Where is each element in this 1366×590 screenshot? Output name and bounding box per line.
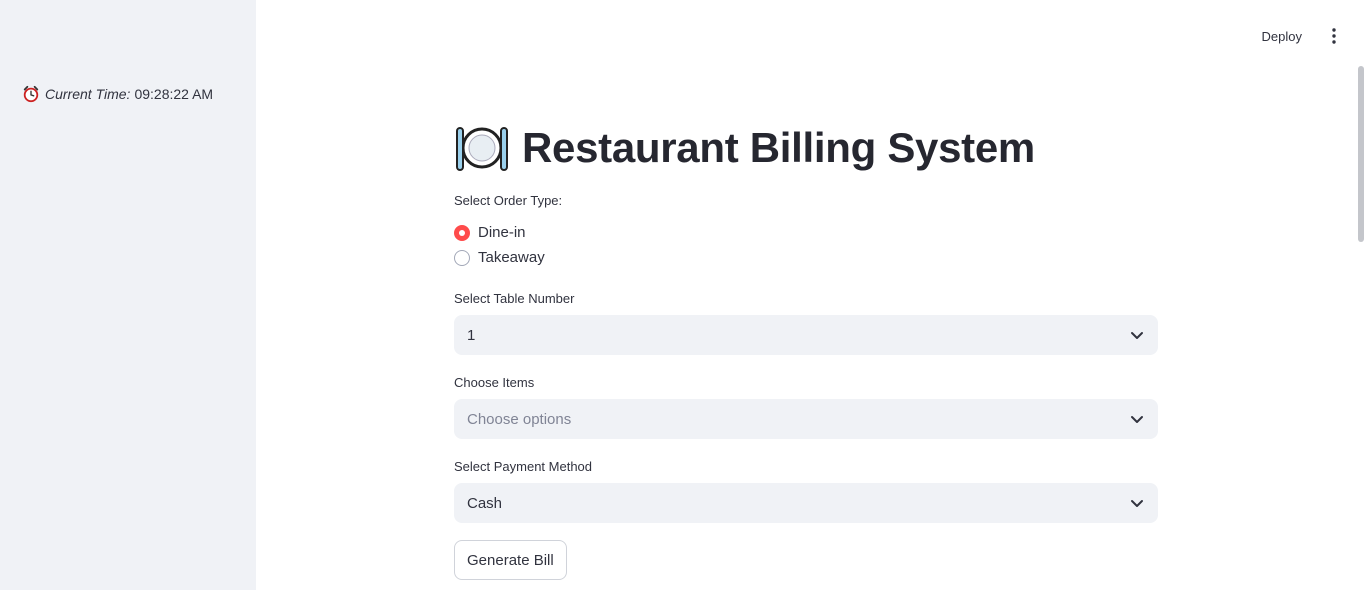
current-time-label: Current Time: [45,86,131,102]
page-header: Restaurant Billing System [454,115,1158,181]
radio-checked-icon[interactable] [454,224,470,241]
order-type-radio-group: Dine-in Takeaway [454,220,1158,270]
chevron-down-icon [1131,500,1143,507]
scrollbar[interactable] [1358,66,1364,242]
deploy-button[interactable]: Deploy [1262,29,1302,44]
current-time-value: 09:28:22 AM [134,86,214,102]
main-content: Restaurant Billing System Select Order T… [454,115,1158,580]
plate-with-cutlery-icon [456,127,508,171]
radio-takeaway-label: Takeaway [478,249,545,266]
table-number-select[interactable]: 1 [454,315,1158,355]
items-placeholder: Choose options [467,410,572,428]
chevron-down-icon [1131,416,1143,423]
radio-unchecked-icon[interactable] [454,249,470,266]
payment-label: Select Payment Method [454,459,593,474]
items-group: Choose Items Choose options [454,375,1158,439]
sidebar: Current Time: 09:28:22 AM [0,0,256,590]
radio-dine-in-label: Dine-in [478,224,526,241]
order-type-label: Select Order Type: [454,193,563,208]
items-multiselect[interactable]: Choose options [454,399,1158,439]
items-label: Choose Items [454,375,535,390]
generate-bill-button[interactable]: Generate Bill [454,540,567,580]
alarm-clock-icon [23,85,39,103]
chevron-down-icon [1131,332,1143,339]
current-time: Current Time: 09:28:22 AM [22,85,213,103]
toolbar: Deploy [1262,26,1366,46]
table-number-group: Select Table Number 1 [454,291,1158,355]
payment-select[interactable]: Cash [454,483,1158,523]
radio-dine-in[interactable]: Dine-in [454,220,1158,245]
main-area: Deploy Restaurant Billing System Select … [256,0,1366,590]
page-title: Restaurant Billing System [522,124,1035,171]
radio-takeaway[interactable]: Takeaway [454,245,1158,270]
table-number-label: Select Table Number [454,291,575,306]
order-type-group: Select Order Type: Dine-in Takeaway [454,193,1158,270]
table-number-value: 1 [467,326,476,344]
payment-group: Select Payment Method Cash [454,459,1158,523]
kebab-menu-icon[interactable] [1322,24,1346,48]
payment-value: Cash [467,494,503,512]
